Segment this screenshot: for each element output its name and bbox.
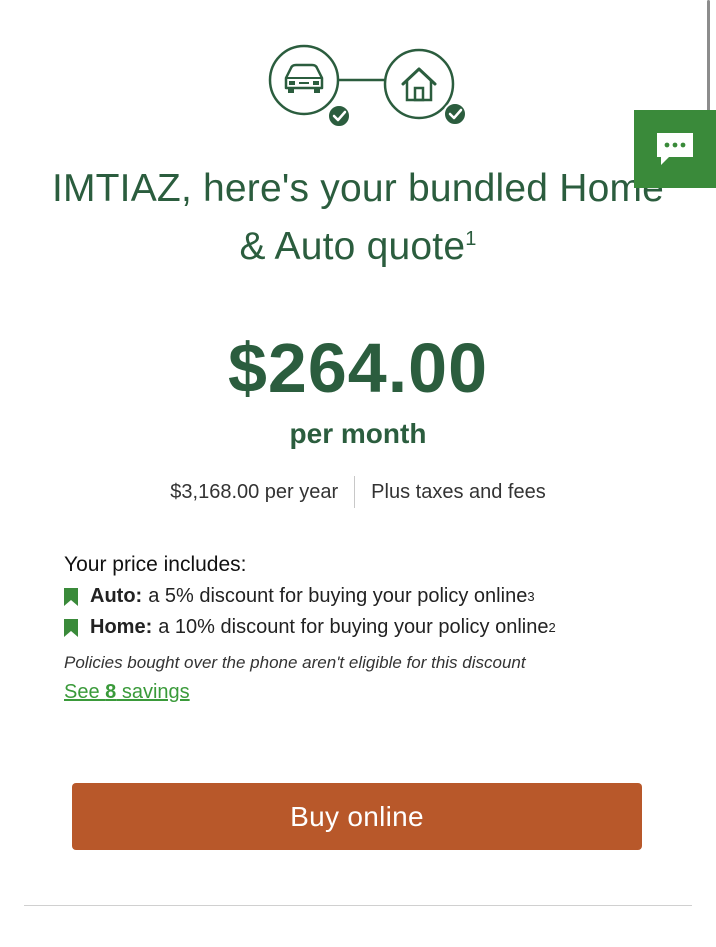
discount-text: a 10% discount for buying your policy on…	[158, 616, 549, 638]
discount-label: Auto:	[90, 585, 143, 607]
car-icon	[268, 44, 340, 116]
check-icon	[443, 102, 467, 126]
price-details: $3,168.00 per year Plus taxes and fees	[0, 476, 716, 508]
headline-line-1: IMTIAZ, here's your bundled Home	[51, 167, 665, 210]
link-prefix: See	[64, 681, 106, 703]
headline-line-2: & Auto quote1	[0, 218, 716, 276]
price-period: per month	[289, 418, 427, 449]
headline-footnote: 1	[465, 228, 477, 250]
discount-text: a 5% discount for buying your policy onl…	[148, 585, 528, 607]
monthly-price: $264.00	[227, 329, 489, 407]
headline-line-2-text: & Auto quote	[239, 225, 466, 268]
list-item: Auto: a 5% discount for buying your poli…	[64, 585, 684, 608]
price-includes: Your price includes: Auto: a 5% discount…	[64, 553, 684, 704]
page-title: IMTIAZ, here's your bundled Home & Auto …	[0, 160, 716, 276]
discount-label: Home:	[90, 616, 153, 638]
scrollbar[interactable]	[707, 0, 710, 120]
see-savings-link[interactable]: See 8 savings	[64, 681, 190, 704]
check-icon	[327, 104, 351, 128]
bookmark-icon	[64, 587, 78, 606]
yearly-price: $3,168.00 per year	[170, 480, 339, 503]
taxes-note: Plus taxes and fees	[371, 480, 546, 503]
house-icon	[383, 48, 455, 120]
includes-title: Your price includes:	[64, 553, 247, 576]
divider	[354, 476, 356, 508]
bundle-illustration	[262, 44, 472, 130]
buy-online-button[interactable]: Buy online	[72, 783, 642, 850]
divider	[24, 905, 692, 906]
link-suffix: savings	[116, 681, 190, 703]
list-item: Home: a 10% discount for buying your pol…	[64, 616, 684, 639]
bookmark-icon	[64, 618, 78, 637]
savings-count: 8	[105, 681, 117, 703]
phone-discount-note: Policies bought over the phone aren't el…	[64, 653, 526, 672]
chat-bubble-icon	[657, 133, 693, 165]
chat-button[interactable]	[634, 110, 716, 188]
